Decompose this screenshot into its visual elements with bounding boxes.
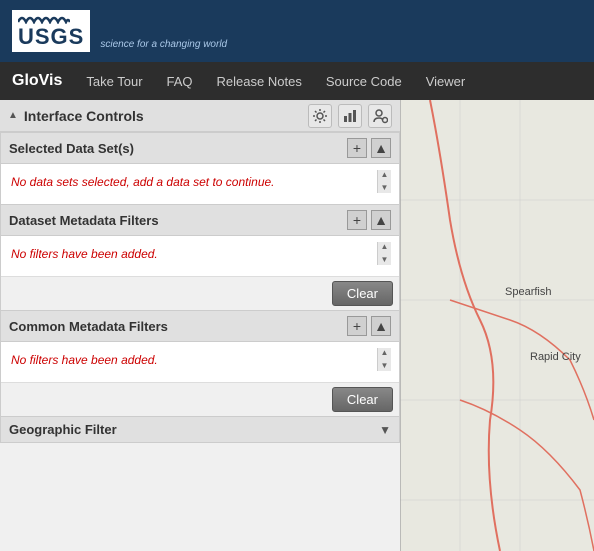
main-layout: ▲ Interface Controls (0, 100, 594, 551)
map-label-spearfish: Spearfish (505, 286, 551, 298)
selected-datasets-body: No data sets selected, add a data set to… (1, 164, 399, 204)
scroll-up-icon[interactable]: ▲ (381, 243, 389, 251)
dataset-metadata-footer: Clear (1, 276, 399, 310)
nav-take-tour[interactable]: Take Tour (76, 68, 152, 95)
chart-icon[interactable] (338, 104, 362, 128)
usgs-header: USGS science for a changing world (0, 0, 594, 62)
common-metadata-body: No filters have been added. ▲ ▼ (1, 342, 399, 382)
common-metadata-section: Common Metadata Filters + ▲ No filters h… (0, 311, 400, 417)
common-metadata-collapse-btn[interactable]: ▲ (371, 316, 391, 336)
nav-brand: GloVis (12, 72, 62, 90)
common-metadata-title: Common Metadata Filters (9, 319, 343, 334)
dataset-metadata-section: Dataset Metadata Filters + ▲ No filters … (0, 205, 400, 311)
selected-datasets-message: No data sets selected, add a data set to… (11, 175, 275, 189)
usgs-logo-box: USGS (12, 10, 90, 52)
dataset-metadata-header[interactable]: Dataset Metadata Filters + ▲ (1, 205, 399, 236)
scroll-down-icon[interactable]: ▼ (381, 256, 389, 264)
interface-controls-bar: ▲ Interface Controls (0, 100, 400, 132)
common-metadata-clear-btn[interactable]: Clear (332, 387, 393, 412)
selected-datasets-add-btn[interactable]: + (347, 138, 367, 158)
selected-datasets-header[interactable]: Selected Data Set(s) + ▲ (1, 133, 399, 164)
nav-bar: GloVis Take Tour FAQ Release Notes Sourc… (0, 62, 594, 100)
geographic-filter-header[interactable]: Geographic Filter ▼ (1, 417, 399, 442)
common-metadata-footer: Clear (1, 382, 399, 416)
nav-source-code[interactable]: Source Code (316, 68, 412, 95)
map-area[interactable]: Spearfish Rapid City (400, 100, 594, 551)
user-settings-icon[interactable] (368, 104, 392, 128)
usgs-tagline: science for a changing world (100, 39, 227, 52)
dataset-metadata-scrollbar[interactable]: ▲ ▼ (377, 242, 391, 265)
dataset-metadata-add-btn[interactable]: + (347, 210, 367, 230)
geographic-filter-section: Geographic Filter ▼ (0, 417, 400, 443)
left-panel: ▲ Interface Controls (0, 100, 400, 551)
selected-datasets-collapse-btn[interactable]: ▲ (371, 138, 391, 158)
common-metadata-add-btn[interactable]: + (347, 316, 367, 336)
scroll-up-icon[interactable]: ▲ (381, 171, 389, 179)
selected-datasets-scrollbar[interactable]: ▲ ▼ (377, 170, 391, 193)
nav-viewer[interactable]: Viewer (416, 68, 476, 95)
dataset-metadata-clear-btn[interactable]: Clear (332, 281, 393, 306)
ic-icons (308, 104, 392, 128)
selected-datasets-title: Selected Data Set(s) (9, 141, 343, 156)
dataset-metadata-title: Dataset Metadata Filters (9, 213, 343, 228)
interface-controls-title: Interface Controls (24, 108, 308, 124)
scroll-up-icon[interactable]: ▲ (381, 349, 389, 357)
nav-release-notes[interactable]: Release Notes (207, 68, 312, 95)
usgs-waves (18, 14, 70, 24)
nav-faq[interactable]: FAQ (157, 68, 203, 95)
usgs-brand-text: USGS (18, 26, 84, 48)
settings-icon[interactable] (308, 104, 332, 128)
common-metadata-scrollbar[interactable]: ▲ ▼ (377, 348, 391, 371)
ic-collapse-icon: ▲ (8, 110, 18, 121)
usgs-logo: USGS science for a changing world (12, 10, 227, 52)
map-label-rapidcity: Rapid City (530, 351, 581, 363)
scroll-down-icon[interactable]: ▼ (381, 184, 389, 192)
dataset-metadata-body: No filters have been added. ▲ ▼ (1, 236, 399, 276)
geographic-filter-title: Geographic Filter (9, 422, 379, 437)
scroll-down-icon[interactable]: ▼ (381, 362, 389, 370)
geographic-filter-arrow-icon: ▼ (379, 423, 391, 437)
selected-datasets-section: Selected Data Set(s) + ▲ No data sets se… (0, 132, 400, 205)
dataset-metadata-message: No filters have been added. (11, 247, 158, 261)
common-metadata-message: No filters have been added. (11, 353, 158, 367)
dataset-metadata-collapse-btn[interactable]: ▲ (371, 210, 391, 230)
common-metadata-header[interactable]: Common Metadata Filters + ▲ (1, 311, 399, 342)
